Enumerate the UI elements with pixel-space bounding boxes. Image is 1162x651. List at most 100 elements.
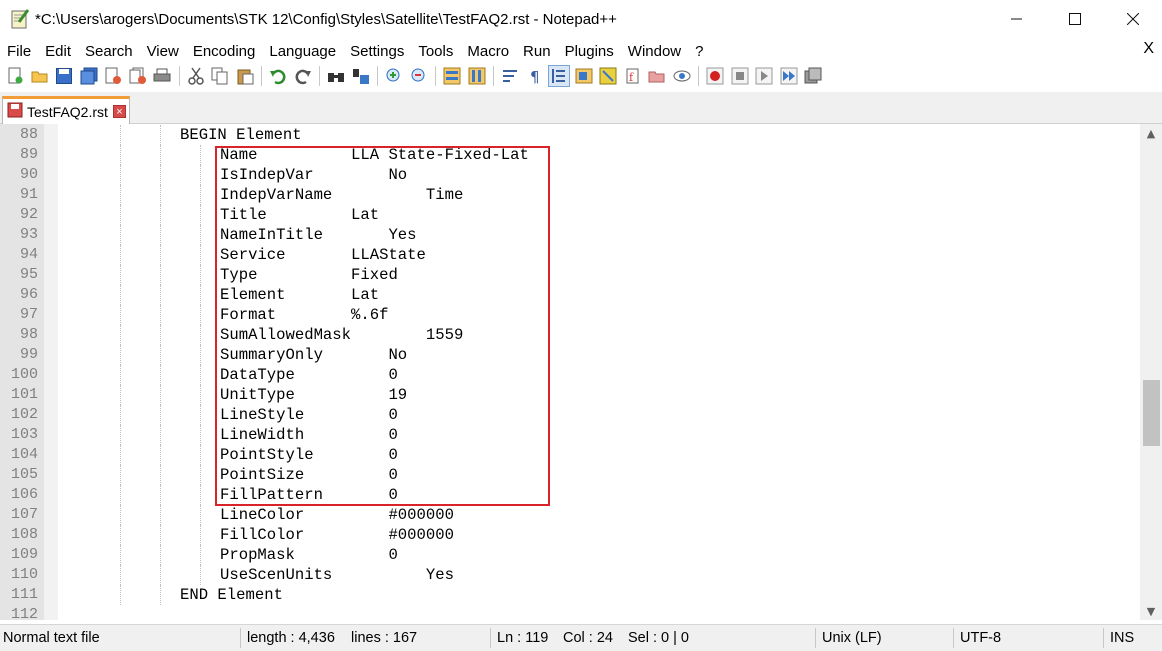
print-icon[interactable]: [151, 65, 173, 87]
tab-close-icon[interactable]: ×: [112, 105, 126, 118]
close-document-button[interactable]: X: [1143, 40, 1154, 58]
indent-guide: [120, 265, 121, 285]
sync-horizontal-icon[interactable]: [466, 65, 488, 87]
menu-search[interactable]: Search: [78, 43, 140, 60]
function-list-icon[interactable]: [597, 65, 619, 87]
toolbar: ¶ f: [0, 63, 1162, 89]
monitoring-icon[interactable]: [671, 65, 693, 87]
zoom-out-icon[interactable]: [408, 65, 430, 87]
menu-file[interactable]: File: [0, 43, 38, 60]
indent-guide-icon[interactable]: [548, 65, 570, 87]
replace-icon[interactable]: [350, 65, 372, 87]
line-number: 99: [19, 346, 38, 363]
indent-guide: [120, 585, 121, 605]
scroll-down-icon[interactable]: ▼: [1140, 602, 1162, 620]
indent-guide: [160, 125, 161, 145]
menu-language[interactable]: Language: [262, 43, 343, 60]
line-number: 91: [19, 186, 38, 203]
menu-encoding[interactable]: Encoding: [186, 43, 263, 60]
find-icon[interactable]: [325, 65, 347, 87]
maximize-button[interactable]: [1046, 0, 1104, 38]
new-file-icon[interactable]: [4, 65, 26, 87]
indent-guide: [120, 505, 121, 525]
status-encoding: UTF-8: [960, 630, 1002, 646]
save-icon[interactable]: [53, 65, 75, 87]
menu-view[interactable]: View: [140, 43, 186, 60]
folder-icon[interactable]: [646, 65, 668, 87]
menu-settings[interactable]: Settings: [343, 43, 411, 60]
indent-guide: [120, 385, 121, 405]
redo-icon[interactable]: [292, 65, 314, 87]
indent-guide: [120, 205, 121, 225]
vertical-scrollbar[interactable]: ▲ ▼: [1140, 124, 1162, 620]
menu-help[interactable]: ?: [688, 43, 710, 60]
line-number: 110: [10, 566, 38, 583]
code-text: PropMask 0: [220, 546, 398, 564]
zoom-in-icon[interactable]: [383, 65, 405, 87]
code-line: 110 UseScenUnits Yes: [0, 565, 1140, 585]
close-button[interactable]: [1104, 0, 1162, 38]
record-macro-icon[interactable]: [704, 65, 726, 87]
code-line: 99 SummaryOnly No: [0, 345, 1140, 365]
status-divider: [240, 628, 241, 648]
scroll-up-icon[interactable]: ▲: [1140, 124, 1162, 142]
save-all-icon[interactable]: [78, 65, 100, 87]
indent-guide: [200, 505, 201, 525]
indent-guide: [120, 285, 121, 305]
code-line: 107 LineColor #000000: [0, 505, 1140, 525]
copy-icon[interactable]: [209, 65, 231, 87]
indent-guide: [200, 265, 201, 285]
minimize-button[interactable]: [988, 0, 1046, 38]
menu-macro[interactable]: Macro: [460, 43, 516, 60]
code-line: 105 PointSize 0: [0, 465, 1140, 485]
menu-tools[interactable]: Tools: [411, 43, 460, 60]
document-map-icon[interactable]: [573, 65, 595, 87]
indent-guide: [160, 245, 161, 265]
menu-edit[interactable]: Edit: [38, 43, 78, 60]
run-macro-multiple-icon[interactable]: [778, 65, 800, 87]
indent-guide: [200, 285, 201, 305]
paste-icon[interactable]: [234, 65, 256, 87]
toolbar-separator: [178, 66, 180, 86]
close-all-icon[interactable]: [127, 65, 149, 87]
cut-icon[interactable]: [185, 65, 207, 87]
sync-vertical-icon[interactable]: [441, 65, 463, 87]
word-wrap-icon[interactable]: [499, 65, 521, 87]
indent-guide: [160, 425, 161, 445]
code-line: 100 DataType 0: [0, 365, 1140, 385]
status-mode: INS: [1110, 630, 1135, 646]
highlight-box: [215, 146, 550, 506]
line-number: 109: [10, 546, 38, 563]
undo-icon[interactable]: [267, 65, 289, 87]
line-number: 96: [19, 286, 38, 303]
menu-plugins[interactable]: Plugins: [558, 43, 621, 60]
menu-window[interactable]: Window: [621, 43, 688, 60]
code-line: 108 FillColor #000000: [0, 525, 1140, 545]
close-icon: [1126, 10, 1140, 29]
open-file-icon[interactable]: [29, 65, 51, 87]
line-number: 112: [10, 606, 38, 620]
editor[interactable]: 88 BEGIN Element 89 Name LLA State-Fixed-La…: [0, 124, 1162, 620]
indent-guide: [120, 365, 121, 385]
indent-guide: [120, 405, 121, 425]
status-bar: Normal text file length : 4,436 lines : …: [0, 624, 1162, 651]
folder-as-workspace-icon[interactable]: f: [622, 65, 644, 87]
indent-guide: [200, 205, 201, 225]
indent-guide: [120, 545, 121, 565]
line-number: 106: [10, 486, 38, 503]
line-number: 101: [10, 386, 38, 403]
play-macro-icon[interactable]: [753, 65, 775, 87]
stop-macro-icon[interactable]: [729, 65, 751, 87]
close-file-icon[interactable]: [102, 65, 124, 87]
status-divider: [953, 628, 954, 648]
tab-testfaq2[interactable]: TestFAQ2.rst ×: [2, 96, 130, 124]
scroll-thumb[interactable]: [1143, 380, 1160, 446]
indent-guide: [200, 405, 201, 425]
line-number: 104: [10, 446, 38, 463]
menu-run[interactable]: Run: [516, 43, 558, 60]
indent-guide: [120, 185, 121, 205]
show-all-chars-icon[interactable]: ¶: [524, 65, 546, 87]
code-line: 102 LineStyle 0: [0, 405, 1140, 425]
save-macro-icon[interactable]: [802, 65, 824, 87]
line-number: 97: [19, 306, 38, 323]
